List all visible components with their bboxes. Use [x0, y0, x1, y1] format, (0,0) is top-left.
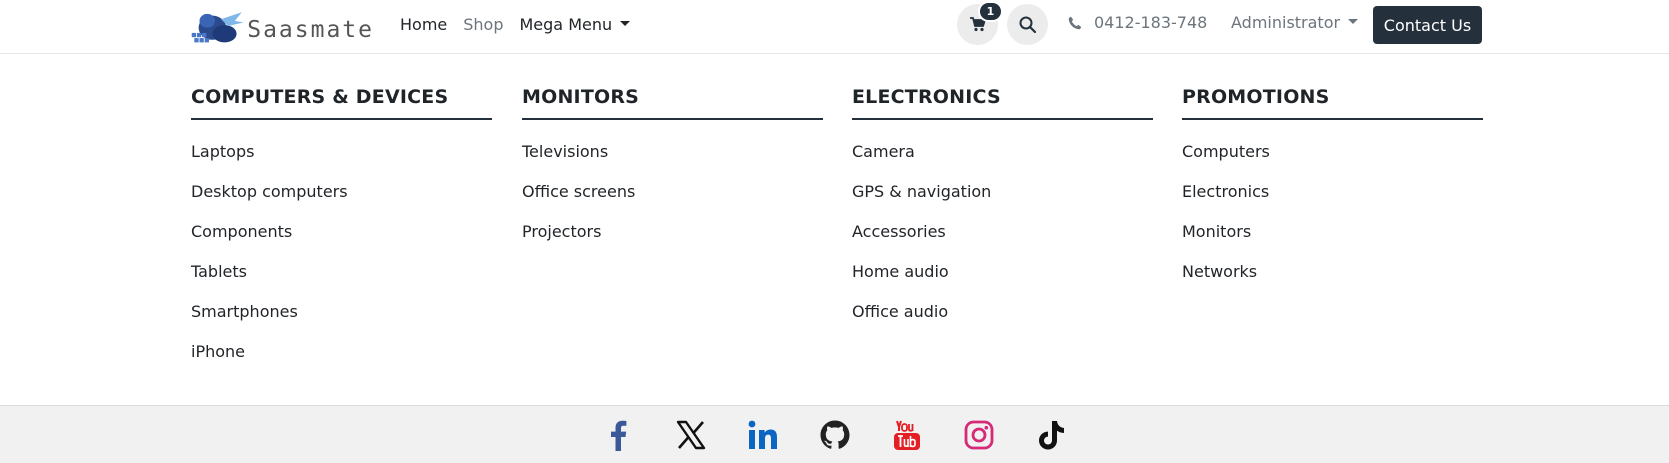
nav-mega-menu[interactable]: Mega Menu — [520, 15, 631, 34]
mega-column-electronics: ELECTRONICS Camera GPS & navigation Acce… — [852, 86, 1153, 338]
mega-column-promotions: PROMOTIONS Computers Electronics Monitor… — [1182, 86, 1483, 298]
mega-column-computers: COMPUTERS & DEVICES Laptops Desktop comp… — [191, 86, 492, 378]
menu-link[interactable]: Camera — [852, 138, 1153, 178]
menu-link[interactable]: Projectors — [522, 218, 823, 258]
github-link[interactable] — [819, 419, 891, 451]
instagram-icon — [964, 420, 994, 450]
search-button[interactable] — [1007, 4, 1048, 45]
logo-icon — [191, 12, 244, 43]
menu-link[interactable]: Computers — [1182, 138, 1483, 178]
menu-link[interactable]: Tablets — [191, 258, 492, 298]
user-menu[interactable]: Administrator — [1231, 13, 1359, 32]
menu-link[interactable]: Home audio — [852, 258, 1153, 298]
x-link[interactable] — [675, 419, 747, 451]
mega-menu-label: Mega Menu — [519, 14, 613, 34]
caret-down-icon — [1348, 19, 1359, 24]
phone-number: 0412-183-748 — [1094, 13, 1208, 32]
github-icon — [820, 420, 850, 449]
tiktok-icon — [1039, 421, 1064, 450]
linkedin-link[interactable] — [747, 419, 819, 451]
tiktok-link[interactable] — [1035, 419, 1107, 451]
menu-link[interactable]: Desktop computers — [191, 178, 492, 218]
main-nav: Home Shop Mega Menu — [400, 12, 646, 36]
brand-name: Saasmate — [247, 17, 374, 43]
cart-count-badge: 1 — [978, 1, 1003, 22]
menu-link[interactable]: GPS & navigation — [852, 178, 1153, 218]
x-icon — [676, 420, 706, 450]
site-footer — [0, 405, 1669, 463]
instagram-link[interactable] — [963, 419, 1035, 451]
nav-shop[interactable]: Shop — [463, 15, 503, 34]
facebook-icon — [611, 420, 627, 451]
menu-link[interactable]: Monitors — [1182, 218, 1483, 258]
facebook-link[interactable] — [603, 419, 675, 451]
search-icon — [1019, 16, 1036, 33]
menu-link[interactable]: Office audio — [852, 298, 1153, 338]
menu-link[interactable]: Televisions — [522, 138, 823, 178]
mega-menu-dropdown: COMPUTERS & DEVICES Laptops Desktop comp… — [191, 54, 1483, 404]
menu-link[interactable]: Components — [191, 218, 492, 258]
cart-button[interactable]: 1 — [957, 1, 1003, 45]
linkedin-icon — [748, 420, 777, 449]
brand-logo[interactable]: Saasmate — [190, 4, 374, 48]
user-name: Administrator — [1231, 13, 1341, 32]
phone-icon — [1068, 16, 1082, 29]
caret-down-icon — [620, 20, 631, 26]
column-title: MONITORS — [522, 86, 823, 120]
column-title: PROMOTIONS — [1182, 86, 1483, 120]
menu-link[interactable]: Smartphones — [191, 298, 492, 338]
nav-home[interactable]: Home — [400, 15, 447, 34]
youtube-link[interactable] — [891, 419, 963, 451]
column-title: ELECTRONICS — [852, 86, 1153, 120]
menu-link[interactable]: iPhone — [191, 338, 492, 378]
menu-link[interactable]: Electronics — [1182, 178, 1483, 218]
menu-link[interactable]: Laptops — [191, 138, 492, 178]
column-title: COMPUTERS & DEVICES — [191, 86, 492, 120]
phone-link[interactable]: 0412-183-748 — [1068, 13, 1207, 32]
contact-us-button[interactable]: Contact Us — [1373, 6, 1482, 44]
site-header: Saasmate Home Shop Mega Menu 1 0412-183-… — [0, 0, 1669, 54]
menu-link[interactable]: Accessories — [852, 218, 1153, 258]
social-links — [603, 419, 1107, 451]
mega-column-monitors: MONITORS Televisions Office screens Proj… — [522, 86, 823, 258]
menu-link[interactable]: Office screens — [522, 178, 823, 218]
menu-link[interactable]: Networks — [1182, 258, 1483, 298]
youtube-icon — [894, 420, 920, 450]
